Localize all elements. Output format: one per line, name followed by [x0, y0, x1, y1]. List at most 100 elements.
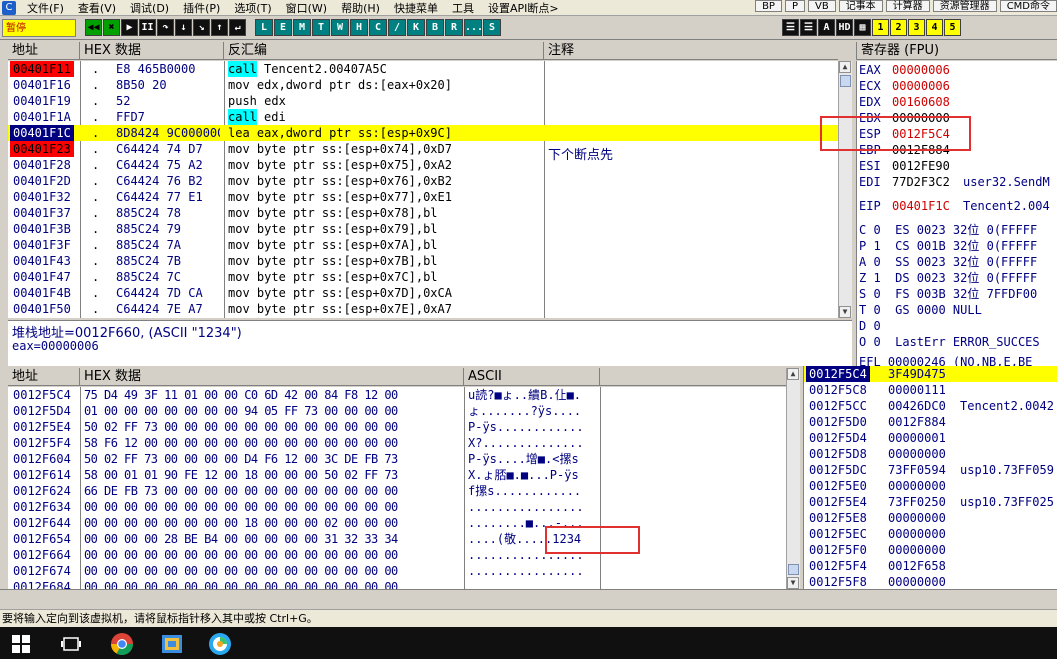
disasm-header-disasm[interactable]: 反汇编: [224, 42, 544, 60]
disasm-address[interactable]: 00401F32: [10, 189, 74, 205]
toolbar-extra-button[interactable]: ▦: [854, 19, 871, 36]
menu-item[interactable]: 调试(D): [123, 0, 176, 16]
disasm-address[interactable]: 00401F1C: [10, 125, 74, 141]
register-line[interactable]: EDI 77D2F3C2 user32.SendM: [857, 174, 1057, 190]
info-pane[interactable]: 堆栈地址=0012F660, (ASCII "1234") eax=000000…: [8, 320, 852, 366]
toolbar-nav-button[interactable]: ↷: [157, 19, 174, 36]
disasm-row[interactable]: 00401F3B. 885C24 79 mov byte ptr ss:[esp+0…: [8, 221, 838, 237]
menu-item[interactable]: 插件(P): [176, 0, 227, 16]
scroll-thumb[interactable]: [840, 75, 851, 87]
disasm-row[interactable]: 00401F32. C64424 77 E1 mov byte ptr ss:[es…: [8, 189, 838, 205]
dump-row[interactable]: 0012F5E4 50 02 FF 73 00 00 00 00 00 00 00…: [8, 419, 786, 435]
stack-row[interactable]: 0012F5C8 00000111: [804, 382, 1057, 398]
windows-start-icon[interactable]: [12, 635, 30, 653]
menu-quick-button[interactable]: BP: [755, 0, 782, 12]
register-value[interactable]: 00000006: [892, 78, 950, 94]
dump-address[interactable]: 0012F604: [13, 451, 71, 467]
toolbar-window-button[interactable]: R: [445, 19, 463, 36]
disasm-row[interactable]: 00401F16. 8B50 20 mov edx,dword ptr ds:[ea…: [8, 77, 838, 93]
toolbar-window-button[interactable]: S: [483, 19, 501, 36]
menu-quick-button[interactable]: P: [784, 0, 805, 12]
disasm-header-hex[interactable]: HEX 数据: [80, 42, 224, 60]
stack-address[interactable]: 0012F5C4: [806, 366, 870, 382]
stack-address[interactable]: 0012F5F8: [806, 574, 870, 589]
disasm-pane[interactable]: 00401F11. E8 465B0000 call Tencent2.00407A…: [8, 61, 838, 318]
dump-address[interactable]: 0012F5C4: [13, 387, 71, 403]
register-value[interactable]: 00160608: [892, 94, 950, 110]
toolbar-extra-button[interactable]: ☰: [800, 19, 817, 36]
scroll-up-icon[interactable]: ▲: [839, 61, 851, 73]
disasm-row[interactable]: 00401F4B. C64424 7D CA mov byte ptr ss:[es…: [8, 285, 838, 301]
dump-address[interactable]: 0012F5E4: [13, 419, 71, 435]
toolbar-nav-button[interactable]: ✖: [103, 19, 120, 36]
toolbar-extra-button[interactable]: ☰: [782, 19, 799, 36]
dump-row[interactable]: 0012F5C4 75 D4 49 3F 11 01 00 00 C0 6D 42…: [8, 387, 786, 403]
register-value[interactable]: 00000006: [892, 62, 950, 78]
dump-row[interactable]: 0012F674 00 00 00 00 00 00 00 00 00 00 00…: [8, 563, 786, 579]
disasm-address[interactable]: 00401F37: [10, 205, 74, 221]
toolbar-nav-button[interactable]: ▶: [121, 19, 138, 36]
flag-line[interactable]: O 0 LastErr ERROR_SUCCES: [859, 334, 1040, 350]
dump-row[interactable]: 0012F5D4 01 00 00 00 00 00 00 00 94 05 FF…: [8, 403, 786, 419]
register-value[interactable]: 00401F1C: [892, 198, 950, 214]
disasm-row[interactable]: 00401F37. 885C24 78 mov byte ptr ss:[esp+0…: [8, 205, 838, 221]
stack-row[interactable]: 0012F5EC 00000000: [804, 526, 1057, 542]
disasm-address[interactable]: 00401F11: [10, 61, 74, 77]
scroll-down-icon[interactable]: ▼: [787, 577, 799, 589]
dump-header-ascii[interactable]: ASCII: [464, 368, 600, 386]
dump-address[interactable]: 0012F664: [13, 547, 71, 563]
dump-address[interactable]: 0012F644: [13, 515, 71, 531]
disasm-address[interactable]: 00401F1A: [10, 109, 74, 125]
registers-pane[interactable]: EAX 00000006 ECX 00000006 EDX 00160608 EBX 0000…: [856, 61, 1057, 366]
dump-address[interactable]: 0012F634: [13, 499, 71, 515]
toolbar-nav-button[interactable]: ↑: [211, 19, 228, 36]
toolbar-window-button[interactable]: H: [350, 19, 368, 36]
menu-quick-button[interactable]: CMD命令: [999, 0, 1057, 12]
menu-item[interactable]: 查看(V): [71, 0, 123, 16]
stack-address[interactable]: 0012F5E8: [806, 510, 870, 526]
dump-row[interactable]: 0012F644 00 00 00 00 00 00 00 00 18 00 00…: [8, 515, 786, 531]
disasm-header-addr[interactable]: 地址: [8, 42, 80, 60]
disasm-address[interactable]: 00401F50: [10, 301, 74, 317]
disasm-address[interactable]: 00401F28: [10, 157, 74, 173]
stack-address[interactable]: 0012F5D0: [806, 414, 870, 430]
toolbar-window-button[interactable]: B: [426, 19, 444, 36]
stack-row[interactable]: 0012F5E4 73FF0250 usp10.73FF025: [804, 494, 1057, 510]
toolbar-extra-button[interactable]: 4: [926, 19, 943, 36]
register-value[interactable]: 0012FE90: [892, 158, 950, 174]
disasm-row[interactable]: 00401F2D. C64424 76 B2 mov byte ptr ss:[es…: [8, 173, 838, 189]
toolbar-window-button[interactable]: L: [255, 19, 273, 36]
stack-row[interactable]: 0012F5DC 73FF0594 usp10.73FF059: [804, 462, 1057, 478]
stack-row[interactable]: 0012F5D0 0012F884: [804, 414, 1057, 430]
stack-row[interactable]: 0012F5D4 00000001: [804, 430, 1057, 446]
toolbar-window-button[interactable]: K: [407, 19, 425, 36]
flag-line[interactable]: S 0 FS 003B 32位 7FFDF00: [859, 286, 1037, 302]
menu-quick-button[interactable]: 记事本: [838, 0, 883, 12]
stack-row[interactable]: 0012F5CC 00426DC0 Tencent2.0042: [804, 398, 1057, 414]
disasm-row[interactable]: 00401F1A. FFD7 call edi: [8, 109, 838, 125]
menu-item[interactable]: 窗口(W): [279, 0, 334, 16]
toolbar-extra-button[interactable]: 5: [944, 19, 961, 36]
toolbar-nav-button[interactable]: II: [139, 19, 156, 36]
flag-line[interactable]: T 0 GS 0000 NULL: [859, 302, 982, 318]
disasm-row[interactable]: 00401F43. 885C24 7B mov byte ptr ss:[esp+0…: [8, 253, 838, 269]
disasm-row[interactable]: 00401F19. 52 push edx: [8, 93, 838, 109]
stack-address[interactable]: 0012F5EC: [806, 526, 870, 542]
toolbar-window-button[interactable]: ...: [464, 19, 483, 36]
stack-row[interactable]: 0012F5C4 3F49D475: [804, 366, 1057, 382]
stack-address[interactable]: 0012F5F0: [806, 542, 870, 558]
toolbar-extra-button[interactable]: 3: [908, 19, 925, 36]
stack-address[interactable]: 0012F5DC: [806, 462, 870, 478]
dump-address[interactable]: 0012F5F4: [13, 435, 71, 451]
disasm-row[interactable]: 00401F1C. 8D8424 9C000000 lea eax,dword pt…: [8, 125, 838, 141]
menu-item[interactable]: 设置API断点>: [481, 0, 566, 16]
dump-header-hex[interactable]: HEX 数据: [80, 368, 464, 386]
stack-address[interactable]: 0012F5E4: [806, 494, 870, 510]
flag-line[interactable]: P 1 CS 001B 32位 0(FFFFF: [859, 238, 1037, 254]
toolbar-window-button[interactable]: E: [274, 19, 292, 36]
menu-item[interactable]: 帮助(H): [334, 0, 387, 16]
toolbar-extra-button[interactable]: 2: [890, 19, 907, 36]
toolbar-nav-button[interactable]: ↓: [175, 19, 192, 36]
disasm-address[interactable]: 00401F4B: [10, 285, 74, 301]
disasm-address[interactable]: 00401F3F: [10, 237, 74, 253]
